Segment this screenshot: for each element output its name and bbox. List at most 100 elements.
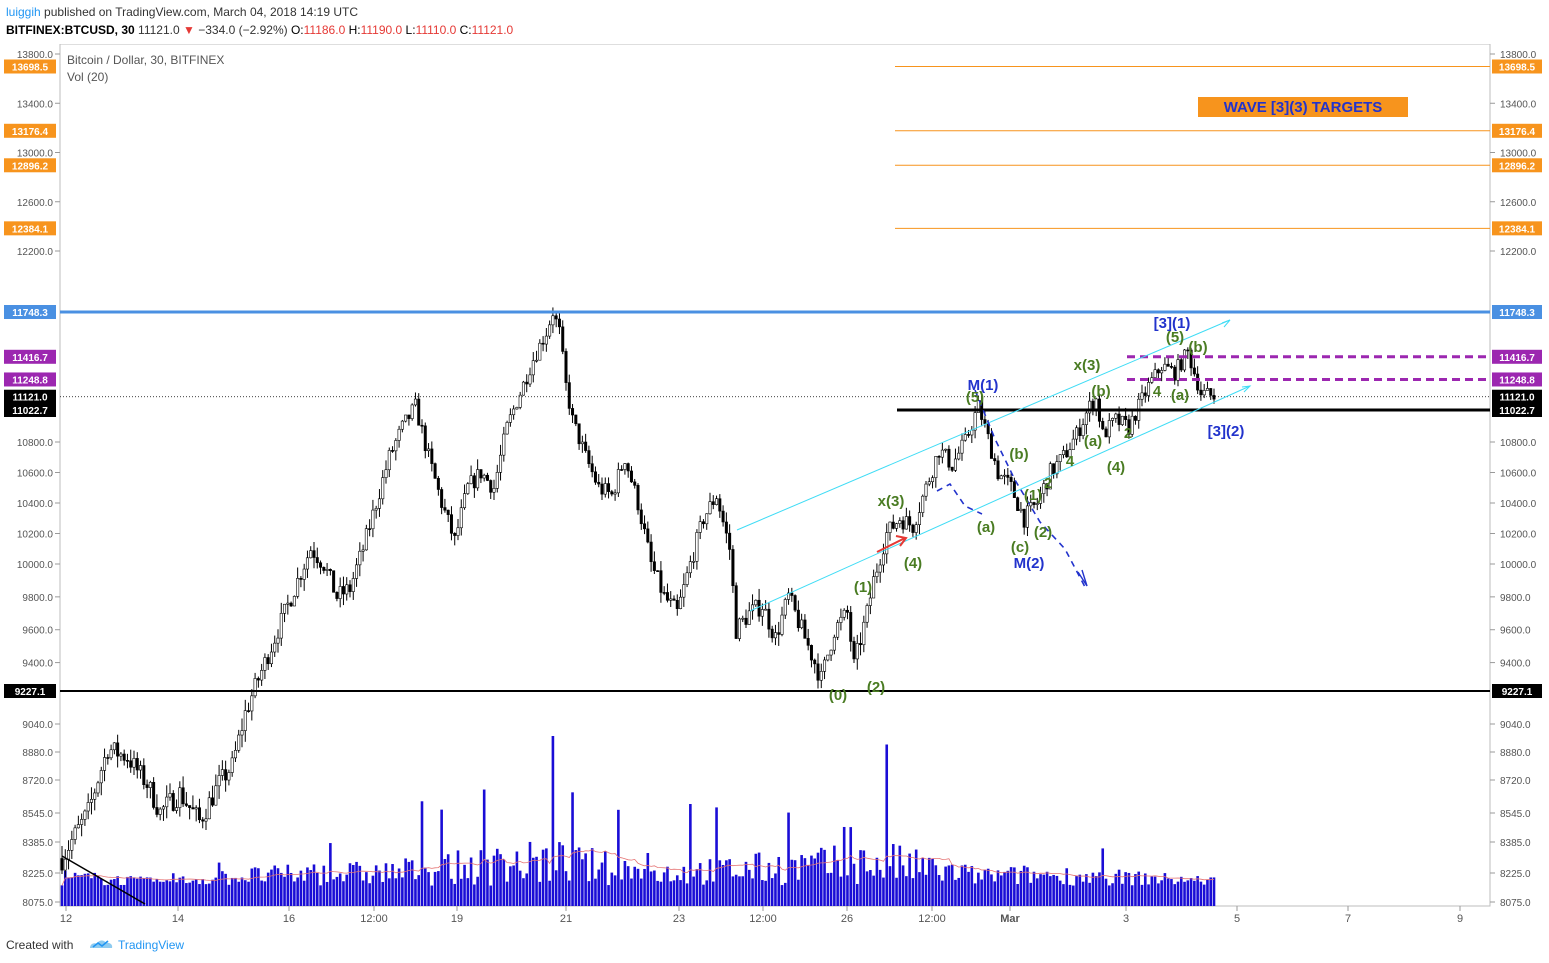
y-tick-label-left: 13000.0 [17,149,54,160]
candle-body [237,734,241,751]
candle-body [914,524,918,533]
volume-bar [260,880,263,906]
candle-body [89,799,93,803]
volume-bar [1081,881,1085,906]
volume-bar [927,857,931,906]
high-value: 11190.0 [360,23,403,37]
candle-body [813,659,817,665]
candle-body [253,678,257,697]
candle-body [652,561,656,571]
volume-bar [1153,876,1157,906]
volume-bar [158,881,162,906]
candle-body [207,797,211,820]
volume-bar [410,860,414,906]
volume-bar [1003,871,1006,906]
volume-bar [852,863,856,906]
tradingview-link[interactable]: TradingView [118,938,184,952]
volume-bar [437,871,440,906]
candle-body [584,441,588,451]
volume-bar [1055,875,1059,906]
volume-bar [440,809,443,906]
volume-bar [391,864,394,906]
candle-body [106,757,110,759]
volume-bar [77,875,80,906]
candle-body [734,585,738,639]
volume-bar [505,881,509,906]
open-value: 11186.0 [303,23,346,37]
volume-bar [234,877,237,906]
candle-body [1199,389,1203,396]
y-tick-label-right: 8225.0 [1500,869,1531,880]
candle-body [571,408,575,416]
volume-bar [155,879,159,906]
candle-body [332,570,336,593]
candle-body [855,643,859,660]
volume-bar [1075,876,1078,906]
candle-body [1212,395,1216,400]
volume-bar [1052,874,1055,906]
volume-bar [584,853,587,906]
candle-body [67,850,71,860]
candle-body [1120,415,1124,425]
volume-bar [473,884,476,906]
candle-body [711,501,715,505]
volume-bar [86,873,90,906]
y-tick-label-right: 10200.0 [1500,530,1537,541]
candle-body [368,528,372,530]
candle-body [1058,454,1062,462]
author-link[interactable]: luiggih [6,5,41,19]
volume-bar [518,870,522,906]
volume-bar [302,880,306,906]
candle-body [695,532,699,562]
volume-bar [1140,884,1144,906]
volume-bar [67,877,70,906]
volume-bar [522,878,525,906]
candle-body [590,463,594,473]
volume-bar [590,848,594,906]
candle-body [348,584,352,592]
volume-bar [816,852,820,906]
symbol-info: BITFINEX:BTCUSD, 30 11121.0 ▼ −334.0 (−2… [6,23,513,37]
volume-bar [1170,879,1173,906]
candle-body [1075,427,1079,440]
x-tick-label: 12:00 [360,913,388,925]
price-chart[interactable]: 13698.5 13698.5 13176.4 13176.4 12896.2 12896… [0,44,1549,928]
candle-body [220,769,224,776]
volume-bar [954,879,957,906]
volume-bar [476,876,479,906]
volume-bar [456,850,460,906]
volume-bar [849,827,853,906]
candle-body [1140,392,1144,400]
volume-bar [1209,877,1213,906]
candle-body [423,425,427,452]
candle-body [531,360,535,376]
candle-body [669,598,673,601]
candle-body [682,584,686,598]
candle-body [849,612,853,642]
volume-bar [947,865,951,906]
candle-body [564,351,568,383]
volume-bar [332,879,335,906]
candle-body [466,483,470,494]
volume-bar [1189,878,1193,906]
volume-bar [702,884,705,906]
candle-body [1147,382,1151,396]
volume-bar [643,868,646,906]
candle-body [535,359,539,362]
volume-bar [106,884,110,906]
candle-body [433,463,437,479]
candle-body [561,326,565,352]
volume-bar [1085,874,1088,906]
volume-bar [315,872,319,906]
candle-body [60,858,64,871]
volume-bar [551,736,555,906]
y-tick-label-left: 10600.0 [17,469,54,480]
candle-body [319,562,323,568]
candle-body [459,507,463,529]
volume-bar [145,877,149,906]
candle-body [397,428,401,441]
candle-body [1163,363,1167,371]
y-tick-label-left: 10800.0 [17,438,54,449]
volume-bar [538,881,542,906]
candle-body [391,450,395,452]
